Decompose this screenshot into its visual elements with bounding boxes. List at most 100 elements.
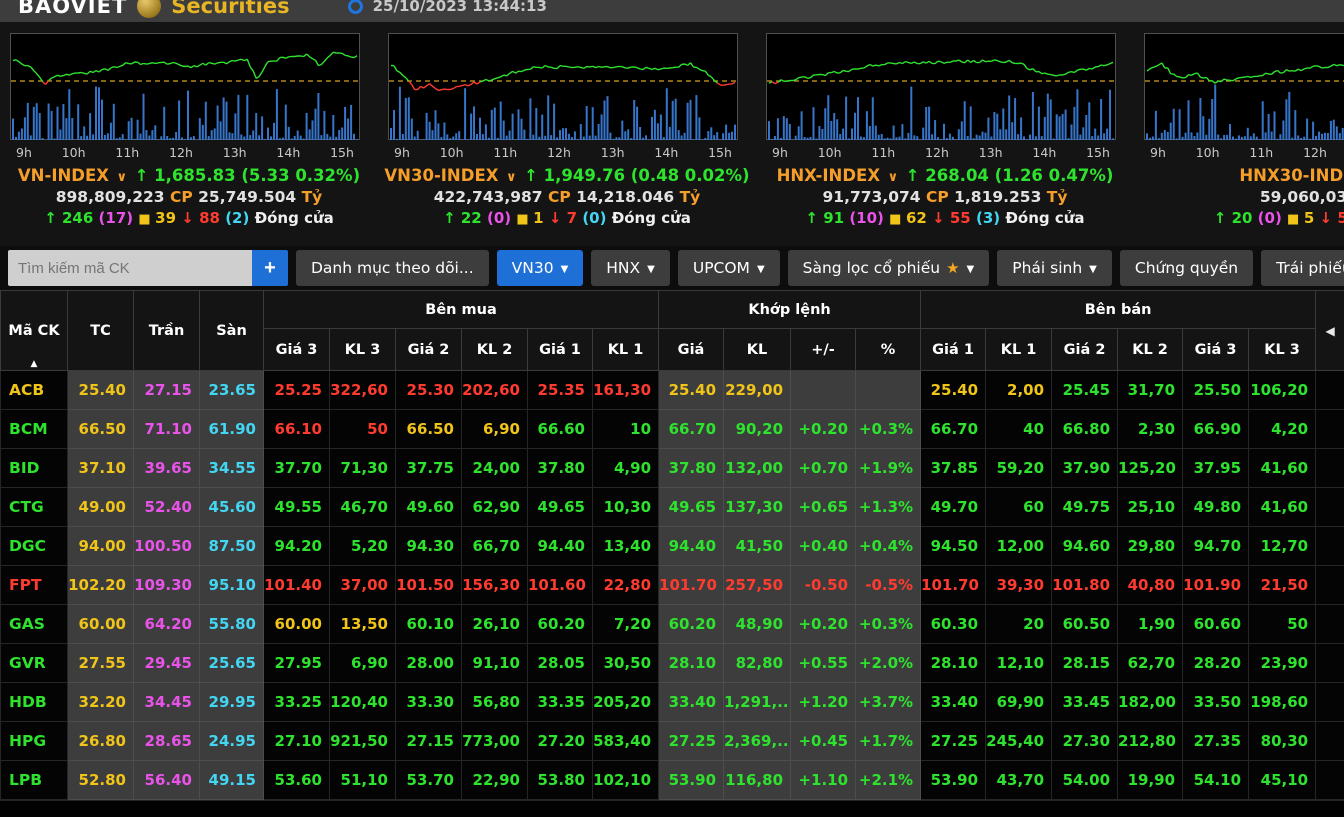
buy-cell-3: 22,90	[461, 760, 528, 800]
table-row[interactable]: GAS 60.00 64.20 55.80 60.00 13,50 60.10 26,10 60…	[0, 604, 1344, 644]
sell-cell-5: 45,10	[1248, 760, 1317, 800]
ceil-cell: 109.30	[133, 565, 200, 605]
index-summary-line: HNX30-INDEX ∨ ↑	[1134, 166, 1344, 185]
ticker-cell[interactable]: HPG	[0, 721, 68, 761]
time-tick: 12h	[1303, 145, 1327, 160]
search-input[interactable]	[8, 250, 252, 286]
chevron-down-icon[interactable]: ∨	[880, 170, 906, 185]
nav-tab-ph-i-sinh[interactable]: Phái sinh ▼	[997, 250, 1112, 286]
sell-cell-1: 2,00	[985, 370, 1053, 410]
match-cell-1: 2,369,...	[723, 721, 792, 761]
nav-tab-danh-m-c-theo-d-i-[interactable]: Danh mục theo dõi...	[296, 250, 489, 286]
buy-cell-2: 53.70	[395, 760, 462, 800]
match-cell-3: +2.0%	[855, 643, 922, 683]
sell-cell-4: 54.10	[1182, 760, 1250, 800]
header-group-row: Mã CK ▲ TC Trần Sàn Bên mua Khớp lệnh Bên bán ◀	[0, 290, 1344, 371]
index-volume-line: 59,060,030 CP	[1134, 188, 1344, 206]
volume-value: 25,749.504	[198, 188, 302, 206]
nav-tab-ch-ng-quy-n[interactable]: Chứng quyền	[1119, 250, 1254, 286]
sell-cell-5: 50	[1248, 604, 1317, 644]
table-row[interactable]: GVR 27.55 29.45 25.65 27.95 6,90 28.00 91,10 28.…	[0, 643, 1344, 683]
group-header-matched: Khớp lệnh	[658, 290, 922, 329]
ticker-cell[interactable]: GVR	[0, 643, 68, 683]
up-arrow-icon: ↑	[905, 166, 926, 185]
time-tick: 10h	[439, 145, 464, 160]
match-cell-1: 90,20	[723, 409, 792, 449]
ticker-cell[interactable]: HDB	[0, 682, 68, 722]
match-cell-1: 1,291,...	[723, 682, 792, 722]
index-panel-vn30-index: 9h 10h 11h 12h 13h 14h 15h VN30-INDEX ∨ ↑ 1,949…	[378, 22, 756, 246]
table-row[interactable]: LPB 52.80 56.40 49.15 53.60 51,10 53.70 22,90 53…	[0, 760, 1344, 800]
index-panel-vn-index: 9h 10h 11h 12h 13h 14h 15h VN-INDEX ∨ ↑ 1,685.8…	[0, 22, 378, 246]
table-row[interactable]: BID 37.10 39.65 34.55 37.70 71,30 37.75 24,00 37…	[0, 448, 1344, 488]
index-name[interactable]: VN30-INDEX	[384, 166, 498, 185]
ty-unit: Tỷ	[679, 188, 701, 206]
time-tick: 10h	[61, 145, 86, 160]
table-row[interactable]: ACB 25.40 27.15 23.65 25.25 322,60 25.30 202,60…	[0, 370, 1344, 410]
index-change: (1.26 0.47%)	[994, 166, 1114, 185]
nav-tab-label: HNX	[606, 259, 641, 277]
ticker-cell[interactable]: GAS	[0, 604, 68, 644]
index-name[interactable]: HNX-INDEX	[777, 166, 880, 185]
buy-cell-0: 101.40	[263, 565, 330, 605]
table-row[interactable]: DGC 94.00 100.50 87.50 94.20 5,20 94.30 66,70 94…	[0, 526, 1344, 566]
index-volume-line: 91,773,074 CP 1,819.253 Tỷ	[756, 188, 1134, 206]
time-tick: 9h	[394, 145, 410, 160]
buy-cell-2: 37.75	[395, 448, 462, 488]
ceil-cell: 27.15	[133, 370, 200, 410]
ceiling-count: (10)	[849, 209, 890, 227]
brand-securities: Securities	[171, 0, 290, 18]
row-filler	[1315, 604, 1344, 644]
index-name[interactable]: HNX30-INDEX	[1239, 166, 1344, 185]
decliners-count: 88	[199, 209, 226, 227]
table-row[interactable]: BCM 66.50 71.10 61.90 66.10 50 66.50 6,90 66.60 1…	[0, 409, 1344, 449]
floor-cell: 34.55	[199, 448, 264, 488]
buy-cell-3: 6,90	[461, 409, 528, 449]
buy-cell-5: 7,20	[591, 604, 660, 644]
nav-tab-vn30[interactable]: VN30 ▼	[496, 250, 584, 286]
nav-tab-upcom[interactable]: UPCOM ▼	[677, 250, 780, 286]
table-row[interactable]: HPG 26.80 28.65 24.95 27.10 921,50 27.15 773,00…	[0, 721, 1344, 761]
index-volume-line: 898,809,223 CP 25,749.504 Tỷ	[0, 188, 378, 206]
ticker-cell[interactable]: DGC	[0, 526, 68, 566]
collapse-left-icon[interactable]: ◀	[1325, 324, 1334, 338]
time-tick: 12h	[169, 145, 193, 160]
col-header-ceiling: Trần	[133, 290, 200, 371]
sell-cell-2: 27.30	[1051, 721, 1119, 761]
sell-cell-1: 59,20	[985, 448, 1053, 488]
col-header-tc: TC	[67, 290, 134, 371]
table-row[interactable]: HDB 32.20 34.45 29.95 33.25 120,40 33.30 56,80 3…	[0, 682, 1344, 722]
col-header-ticker[interactable]: Mã CK ▲	[0, 290, 68, 371]
buy-cell-1: 322,60	[329, 370, 396, 410]
nav-tab-tr-i-phi-u[interactable]: Trái phiếu	[1261, 250, 1344, 286]
nav-tab-s-ng-l-c-c-phi-u[interactable]: Sàng lọc cổ phiếu ★ ▼	[787, 250, 990, 286]
sell-cell-3: 182,00	[1117, 682, 1184, 722]
floor-cell: 55.80	[199, 604, 264, 644]
match-cell-1: 116,80	[723, 760, 792, 800]
index-panel-hnx30-index: 9h10h11h12h13h14h15hHNX30-INDEX ∨ ↑ 59,0…	[1134, 22, 1344, 246]
index-name[interactable]: VN-INDEX	[18, 166, 109, 185]
tc-cell: 27.55	[67, 643, 134, 683]
sell-cell-2: 66.80	[1051, 409, 1119, 449]
brand-baoviet: BAOVIET	[18, 0, 128, 18]
ticker-cell[interactable]: LPB	[0, 760, 68, 800]
chevron-down-icon[interactable]: ∨	[498, 170, 524, 185]
ticker-cell[interactable]: CTG	[0, 487, 68, 527]
sell-cell-5: 4,20	[1248, 409, 1317, 449]
buy-cell-5: 13,40	[591, 526, 660, 566]
ticker-cell[interactable]: BID	[0, 448, 68, 488]
market-breadth-line: ↑ 22 (0) ■ 1 ↓ 7 (0) Đóng cửa	[378, 209, 756, 227]
buy-cell-5: 10	[591, 409, 660, 449]
table-row[interactable]: CTG 49.00 52.40 45.60 49.55 46,70 49.60 62,90 49…	[0, 487, 1344, 527]
ty-unit: Tỷ	[1046, 188, 1068, 206]
ticker-cell[interactable]: BCM	[0, 409, 68, 449]
ticker-cell[interactable]: ACB	[0, 370, 68, 410]
sub-header-sell-3: KL 2	[1117, 328, 1184, 371]
chevron-down-icon[interactable]: ∨	[109, 170, 135, 185]
table-row[interactable]: FPT 102.20 109.30 95.10 101.40 37,00 101.50 156…	[0, 565, 1344, 605]
add-symbol-button[interactable]: +	[252, 250, 288, 286]
nav-tab-hnx[interactable]: HNX ▼	[591, 250, 670, 286]
ticker-cell[interactable]: FPT	[0, 565, 68, 605]
match-cell-3: -0.5%	[855, 565, 922, 605]
decliners-arrow-icon: ↓	[548, 209, 567, 227]
